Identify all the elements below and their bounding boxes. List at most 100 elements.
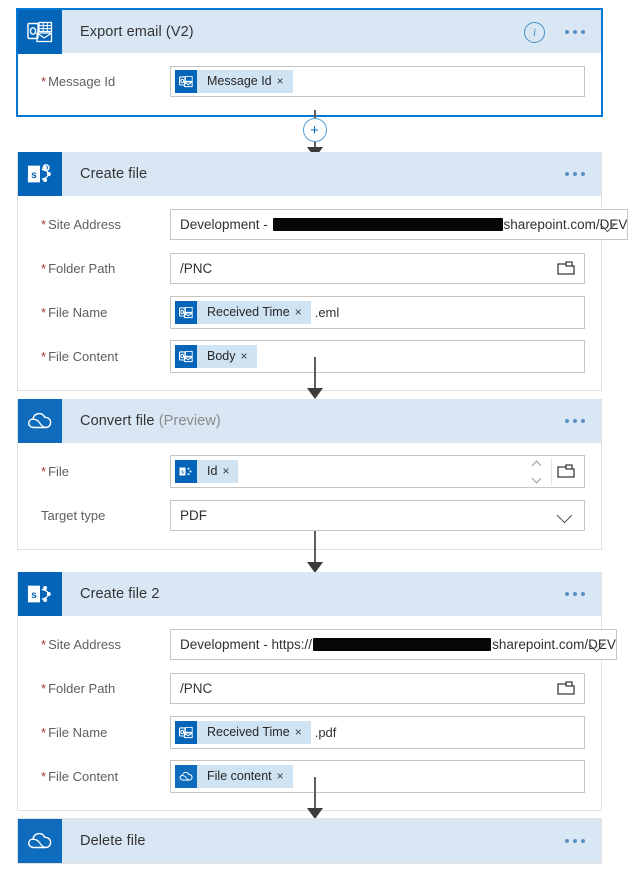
- card-header-actions: [561, 819, 589, 863]
- field-dropdown-target-type[interactable]: PDF: [170, 499, 585, 531]
- site-address-value: Development - https://sharepoint.com/DEV: [171, 637, 616, 652]
- token-remove-icon[interactable]: ×: [241, 350, 257, 362]
- flow-card-delete-file[interactable]: Delete file: [17, 818, 602, 864]
- token-remove-icon[interactable]: ×: [277, 75, 293, 87]
- field-input-folder-path[interactable]: /PNC: [170, 252, 585, 284]
- flow-card-convert-file[interactable]: Convert file (Preview) * File s Id × Tar…: [17, 399, 602, 550]
- card-menu-button[interactable]: [561, 413, 589, 429]
- card-title-text: Create file 2: [80, 586, 160, 602]
- token-chip-received-time[interactable]: Received Time ×: [175, 300, 311, 324]
- card-body-export-email-v2: * Message Id Message Id ×: [18, 53, 601, 115]
- required-marker: *: [41, 680, 47, 696]
- field-input-folder-path[interactable]: /PNC: [170, 672, 585, 704]
- card-title-preview-tag: (Preview): [158, 413, 221, 429]
- field-label-folder-path: * Folder Path: [34, 681, 170, 696]
- info-icon[interactable]: i: [524, 21, 545, 43]
- sharepoint-icon: s: [18, 572, 62, 616]
- field-label-text: File Content: [48, 348, 119, 364]
- field-label-text: Site Address: [48, 216, 122, 232]
- field-row-message-id: * Message Id Message Id ×: [34, 61, 585, 101]
- required-marker: *: [41, 636, 47, 652]
- token-remove-icon[interactable]: ×: [295, 306, 311, 318]
- card-header-convert-file[interactable]: Convert file (Preview): [18, 399, 601, 443]
- card-header-create-file-2[interactable]: s Create file 2: [18, 572, 601, 616]
- chevron-down-icon[interactable]: [601, 216, 617, 232]
- token-label: Body: [207, 349, 236, 363]
- flow-connector-1: +: [0, 110, 629, 158]
- token-label: Received Time: [207, 725, 290, 739]
- site-address-value: Development - sharepoint.com/DEV: [171, 217, 627, 232]
- required-marker: *: [41, 463, 47, 479]
- required-marker: *: [41, 348, 47, 364]
- outlook-icon: [175, 300, 197, 324]
- card-menu-button[interactable]: [561, 166, 589, 182]
- spinner-stepper[interactable]: [529, 456, 544, 487]
- field-row-folder-path: * Folder Path /PNC: [34, 248, 585, 288]
- token-chip-id[interactable]: s Id ×: [175, 459, 239, 483]
- card-title-text: Export email (V2): [80, 23, 194, 40]
- field-input-file-content[interactable]: Body ×: [170, 339, 585, 373]
- card-header-actions: [561, 152, 589, 196]
- chevron-down-icon[interactable]: [558, 507, 574, 523]
- target-type-value: PDF: [180, 507, 207, 523]
- card-title: Delete file: [80, 833, 146, 849]
- field-row-file-name: * File Name Received Time: [34, 292, 585, 332]
- folder-picker-icon[interactable]: [556, 679, 576, 697]
- token-remove-icon[interactable]: ×: [277, 770, 293, 782]
- token-label: Id: [207, 464, 218, 478]
- required-marker: *: [41, 260, 47, 276]
- token-chip-body[interactable]: Body ×: [175, 344, 257, 368]
- field-input-file-name[interactable]: Received Time × .pdf: [170, 715, 585, 749]
- card-header-actions: i: [524, 10, 589, 54]
- card-header-export-email-v2[interactable]: Export email (V2) i: [18, 9, 601, 54]
- field-row-site-address: * Site Address Development - sharepoint.c…: [34, 204, 629, 244]
- spinner-divider: [551, 457, 552, 485]
- token-chip-file-content[interactable]: File content ×: [175, 764, 293, 788]
- required-marker: *: [41, 73, 47, 89]
- card-menu-button[interactable]: [561, 586, 589, 602]
- field-row-file: * File s Id ×: [34, 451, 585, 491]
- field-label-text: Folder Path: [48, 260, 116, 276]
- folder-picker-icon[interactable]: [556, 259, 576, 277]
- field-input-file[interactable]: s Id ×: [170, 454, 585, 488]
- card-header-delete-file[interactable]: Delete file: [18, 819, 601, 863]
- token-remove-icon[interactable]: ×: [222, 465, 238, 477]
- card-menu-button[interactable]: [561, 833, 589, 849]
- flow-card-create-file-2[interactable]: s Create file 2 * Site Address Developmen…: [17, 572, 617, 811]
- chevron-down-icon[interactable]: [590, 636, 606, 652]
- token-label: Message Id: [207, 74, 272, 88]
- field-label-text: File Name: [48, 304, 108, 320]
- onedrive-icon: [175, 764, 197, 788]
- outlook-icon: [175, 344, 197, 368]
- folder-path-value: /PNC: [180, 680, 213, 696]
- field-input-message-id[interactable]: Message Id ×: [170, 65, 585, 97]
- field-dropdown-site-address[interactable]: Development - sharepoint.com/DEV: [170, 208, 629, 240]
- field-label-text: Target type: [41, 507, 106, 523]
- onedrive-icon: [18, 819, 62, 863]
- add-step-button[interactable]: +: [302, 118, 327, 142]
- card-title: Convert file (Preview): [80, 413, 221, 429]
- field-dropdown-site-address[interactable]: Development - https://sharepoint.com/DEV: [170, 628, 617, 660]
- field-label-text: Site Address: [48, 636, 122, 652]
- field-label-folder-path: * Folder Path: [34, 261, 170, 276]
- card-menu-button[interactable]: [561, 24, 589, 40]
- field-label-file: * File: [34, 464, 170, 479]
- chevron-down-icon[interactable]: [533, 475, 541, 483]
- token-chip-message-id[interactable]: Message Id ×: [175, 69, 293, 93]
- folder-path-value: /PNC: [180, 260, 213, 276]
- field-input-file-name[interactable]: Received Time × .eml: [170, 295, 585, 329]
- token-remove-icon[interactable]: ×: [295, 726, 311, 738]
- field-row-file-content: * File Content File content ×: [34, 756, 585, 796]
- flow-card-create-file[interactable]: s Create file * Site Address Development …: [17, 152, 629, 391]
- token-label: File content: [207, 769, 272, 783]
- field-row-site-address: * Site Address Development - https://shar…: [34, 624, 617, 664]
- token-chip-received-time[interactable]: Received Time ×: [175, 720, 311, 744]
- flow-card-export-email-v2[interactable]: Export email (V2) i * Message Id Message…: [16, 8, 603, 117]
- field-label-text: Message Id: [48, 73, 116, 89]
- chevron-up-icon[interactable]: [533, 460, 541, 468]
- required-marker: *: [41, 304, 47, 320]
- card-header-create-file[interactable]: s Create file: [18, 152, 601, 196]
- card-title-text: Convert file: [80, 413, 155, 429]
- folder-picker-icon[interactable]: [556, 462, 576, 480]
- field-input-file-content[interactable]: File content ×: [170, 759, 585, 793]
